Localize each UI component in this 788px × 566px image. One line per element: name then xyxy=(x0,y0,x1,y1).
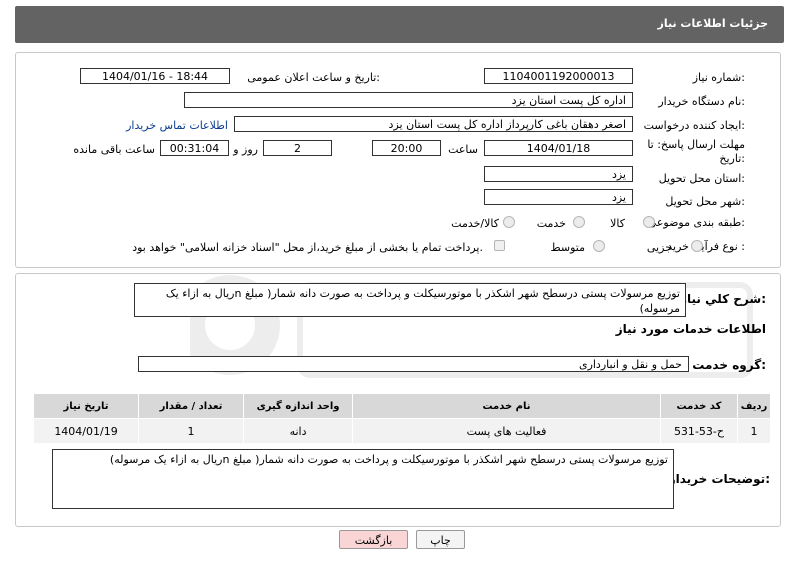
col-date: تاریخ نیاز xyxy=(32,393,140,419)
services-table-header: ردیف کد خدمت نام خدمت واحد اندازه گیری ت… xyxy=(32,393,771,419)
row-qty: 1 xyxy=(138,418,245,444)
process-radio-minor[interactable] xyxy=(691,240,703,252)
page-header: جزئیات اطلاعات نیاز xyxy=(15,6,784,43)
province-field[interactable]: یزد xyxy=(484,166,633,182)
page-title: جزئیات اطلاعات نیاز xyxy=(657,17,769,30)
category-option-goods: کالا xyxy=(610,217,625,230)
process-radio-medium[interactable] xyxy=(593,240,605,252)
buyer-field[interactable]: اداره کل پست استان یزد xyxy=(184,92,633,108)
creator-label: ایجاد کننده درخواست: xyxy=(643,119,745,132)
deadline-time-label: ساعت xyxy=(448,143,478,156)
col-name: نام خدمت xyxy=(352,393,661,419)
service-group-field[interactable]: حمل و نقل و انبارداری xyxy=(138,356,689,372)
col-qty: تعداد / مقدار xyxy=(138,393,245,419)
deadline-label: مهلت ارسال پاسخ: تا xyxy=(647,138,745,151)
col-unit: واحد اندازه گیری xyxy=(243,393,354,419)
service-group-label: گروه خدمت: xyxy=(692,358,766,372)
city-label: شهر محل تحویل: xyxy=(665,195,745,208)
col-index: ردیف xyxy=(737,393,771,419)
announce-date-field[interactable]: 1404/01/16 - 18:44 xyxy=(80,68,230,84)
need-number-label: شماره نیاز: xyxy=(692,71,745,84)
row-unit: دانه xyxy=(243,418,354,444)
back-button[interactable]: بازگشت xyxy=(339,530,408,549)
row-date: 1404/01/19 xyxy=(32,418,140,444)
table-row[interactable]: 1 ح-53-531 فعالیت های پست دانه 1 1404/01… xyxy=(32,418,771,444)
col-code: کد خدمت xyxy=(659,393,739,419)
creator-field[interactable]: اصغر دهقان باغی کارپرداز اداره کل پست اس… xyxy=(234,116,633,132)
time-remaining-label: ساعت باقی مانده xyxy=(73,143,155,156)
treasury-payment-checkbox[interactable] xyxy=(494,240,505,251)
deadline-label-date: تاریخ: xyxy=(719,152,745,165)
print-button[interactable]: چاپ xyxy=(416,530,465,549)
row-code: ح-53-531 xyxy=(659,418,739,444)
summary-label: شرح کلي نياز: xyxy=(680,292,766,306)
category-option-goods-service: کالا/خدمت xyxy=(451,217,499,230)
buyer-notes-label: توضیحات خریدار: xyxy=(668,472,770,486)
time-remaining-field[interactable]: 00:31:04 xyxy=(160,140,229,156)
buyer-contact-link[interactable]: اطلاعات تماس خریدار xyxy=(126,119,228,132)
category-radio-goods[interactable] xyxy=(643,216,655,228)
buyer-notes-textarea[interactable]: توزیع مرسولات پستی درسطح شهر اشکذر با مو… xyxy=(52,449,674,509)
need-info-panel xyxy=(15,52,781,268)
city-field[interactable]: یزد xyxy=(484,189,633,205)
days-label: روز و xyxy=(233,143,258,156)
row-index: 1 xyxy=(737,418,771,444)
summary-textarea[interactable]: توزیع مرسولات پستی درسطح شهر اشکذر با مو… xyxy=(134,283,686,317)
province-label: استان محل تحویل: xyxy=(658,172,745,185)
days-remaining-field[interactable]: 2 xyxy=(263,140,332,156)
process-option-medium: متوسط xyxy=(550,241,585,254)
category-radio-goods-service[interactable] xyxy=(503,216,515,228)
process-type-label: نوع فرآیند خرید : xyxy=(667,240,745,253)
announce-date-label: تاریخ و ساعت اعلان عمومی: xyxy=(247,71,380,84)
treasury-payment-note: پرداخت تمام یا بخشی از مبلغ خرید،از محل … xyxy=(132,241,483,254)
need-number-field[interactable]: 1104001192000013 xyxy=(484,68,633,84)
row-name: فعالیت های پست xyxy=(352,418,661,444)
deadline-time-field[interactable]: 20:00 xyxy=(372,140,441,156)
category-label: طبقه بندی موضوعی: xyxy=(647,216,745,229)
services-table: ردیف کد خدمت نام خدمت واحد اندازه گیری ت… xyxy=(32,393,771,444)
process-option-minor: جزیی xyxy=(646,241,672,254)
category-radio-service[interactable] xyxy=(573,216,585,228)
services-section-title: اطلاعات خدمات مورد نياز xyxy=(615,322,766,336)
deadline-date-field[interactable]: 1404/01/18 xyxy=(484,140,633,156)
buyer-label: نام دستگاه خریدار: xyxy=(658,95,745,108)
category-option-service: خدمت xyxy=(536,217,566,230)
